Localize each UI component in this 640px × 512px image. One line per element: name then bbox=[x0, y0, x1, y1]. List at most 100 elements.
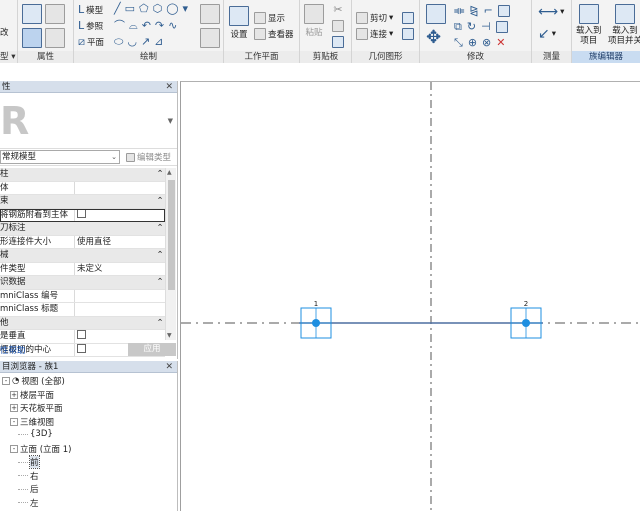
property-value[interactable] bbox=[75, 290, 165, 303]
connector-point[interactable] bbox=[312, 319, 320, 327]
collapse-icon[interactable]: ⌃ bbox=[153, 276, 165, 289]
property-value[interactable] bbox=[75, 330, 165, 343]
property-category[interactable]: 刀标注 ⌃ bbox=[0, 222, 165, 236]
close-icon[interactable]: ✕ bbox=[165, 361, 173, 373]
polygon-icon: ⬠ bbox=[139, 2, 149, 15]
apply-button[interactable]: 应用 bbox=[128, 343, 176, 356]
property-category[interactable]: 束 ⌃ bbox=[0, 195, 165, 209]
family-types-button[interactable] bbox=[45, 28, 65, 48]
expand-icon[interactable]: + bbox=[10, 390, 18, 399]
property-checkbox[interactable] bbox=[77, 208, 86, 218]
type-properties-button[interactable] bbox=[45, 4, 65, 24]
close-icon[interactable]: ✕ bbox=[165, 81, 173, 93]
family-category-button[interactable] bbox=[22, 28, 42, 48]
browser-node[interactable]: 前 bbox=[18, 455, 40, 469]
connector-number: 1 bbox=[314, 300, 318, 308]
browser-node[interactable]: 右 bbox=[18, 470, 39, 482]
draw-panel-title: 绘制 bbox=[74, 51, 223, 63]
property-row[interactable]: 件类型 未定义 bbox=[0, 262, 165, 276]
align-button[interactable] bbox=[426, 4, 446, 24]
browser-node[interactable]: - ◔ 视图 (全部) bbox=[2, 375, 65, 387]
browser-node[interactable]: + 楼层平面 bbox=[10, 389, 54, 401]
property-value[interactable] bbox=[75, 182, 165, 195]
property-category[interactable]: 械 ⌃ bbox=[0, 249, 165, 263]
browser-node[interactable]: {3D} bbox=[18, 429, 53, 439]
cut-geometry-icon bbox=[356, 12, 368, 24]
property-value[interactable]: 使用直径 bbox=[75, 236, 165, 249]
draw-shapes-row-1[interactable]: ╱ ▭ ⬠ ⬡ ◯ ▾ bbox=[114, 3, 188, 15]
property-value[interactable]: 未定义 bbox=[75, 263, 165, 276]
work-plane-panel-title: 工作平面 bbox=[224, 51, 299, 63]
properties-help-link[interactable]: 性帮助 bbox=[0, 344, 26, 356]
collapse-icon[interactable]: - bbox=[10, 444, 18, 453]
property-row[interactable]: 体 bbox=[0, 181, 165, 195]
collapse-icon[interactable]: ⌃ bbox=[153, 249, 165, 262]
collapse-icon[interactable]: - bbox=[2, 377, 10, 385]
dropdown-icon: ▾ bbox=[560, 7, 565, 17]
collapse-icon[interactable]: ⌃ bbox=[153, 317, 165, 330]
properties-grid: 柱 ⌃ 体束 ⌃ 将钢筋附着到主体 刀标注 ⌃ 形连接件大小 使用直径械 ⌃ 件类型 未定义 识数据 ⌃ m… bbox=[0, 168, 165, 357]
model-group-button[interactable] bbox=[200, 28, 220, 48]
geometry-small-buttons[interactable] bbox=[402, 12, 414, 40]
paste-button[interactable]: 粘贴 bbox=[304, 4, 324, 38]
component-button[interactable] bbox=[200, 4, 220, 24]
property-category[interactable]: 他 ⌃ bbox=[0, 316, 165, 330]
collapse-icon[interactable]: ⌃ bbox=[153, 222, 165, 235]
connector-marker[interactable]: 1 bbox=[300, 300, 332, 339]
drawing-canvas[interactable]: 12 bbox=[180, 81, 640, 512]
move-button[interactable]: ✥ bbox=[426, 28, 441, 48]
type-selector-dropdown[interactable]: 常规模型 ⌄ bbox=[0, 150, 120, 164]
reference-plane-button[interactable]: ⧄ 平面 bbox=[78, 36, 104, 49]
reference-line-button[interactable]: ᒪ 参照 bbox=[78, 20, 103, 33]
measure-button[interactable]: ⟷ ▾ bbox=[538, 5, 565, 19]
edit-type-icon bbox=[126, 152, 135, 162]
work-plane-viewer-button[interactable]: 查看器 bbox=[254, 28, 294, 40]
properties-button[interactable] bbox=[22, 4, 42, 24]
browser-node[interactable]: 后 bbox=[18, 483, 39, 495]
modify-row-3[interactable]: ⤡ ⊕ ⊗ ✕ bbox=[454, 37, 505, 49]
edit-type-button[interactable]: 编辑类型 bbox=[126, 151, 171, 163]
property-checkbox[interactable] bbox=[77, 330, 86, 339]
browser-node[interactable]: - 三维视图 bbox=[10, 416, 54, 428]
collapse-icon[interactable]: ⌃ bbox=[153, 195, 165, 208]
elevation-view[interactable]: 12 bbox=[181, 82, 640, 512]
scroll-down-icon[interactable]: ▼ bbox=[167, 332, 172, 339]
load-into-project-button[interactable]: 载入到 项目 bbox=[576, 4, 602, 46]
connector-marker[interactable]: 2 bbox=[510, 300, 542, 339]
draw-shapes-row-2[interactable]: ⌒ ⌓ ↶ ↷ ∿ bbox=[114, 20, 177, 32]
family-editor-panel: 载入到 项目 载入到 项目并关 族编辑器 bbox=[572, 0, 640, 63]
property-row[interactable]: 形连接件大小 使用直径 bbox=[0, 235, 165, 249]
property-value[interactable] bbox=[75, 208, 165, 222]
collapse-icon[interactable]: - bbox=[10, 417, 18, 426]
property-row[interactable]: mniClass 标题 bbox=[0, 303, 165, 317]
draw-shapes-row-3[interactable]: ⬭ ◡ ↗ ⊿ bbox=[114, 36, 163, 48]
unpin-icon: ⊗ bbox=[482, 36, 492, 49]
property-category[interactable]: 识数据 ⌃ bbox=[0, 276, 165, 290]
cut-geometry-button[interactable]: 剪切 ▾ bbox=[356, 12, 393, 24]
browser-node[interactable]: - 立面 (立面 1) bbox=[10, 443, 71, 455]
dimension-button[interactable]: ↙ ▾ bbox=[538, 27, 556, 41]
scroll-up-icon[interactable]: ▲ bbox=[167, 169, 172, 176]
property-row[interactable]: 将钢筋附着到主体 bbox=[0, 208, 165, 222]
clipboard-panel-title: 剪贴板 bbox=[300, 51, 351, 63]
set-work-plane-button[interactable]: 设置 bbox=[229, 6, 249, 40]
show-work-plane-button[interactable]: 显示 bbox=[254, 12, 285, 24]
load-into-project-close-button[interactable]: 载入到 项目并关 bbox=[608, 4, 640, 46]
browser-node[interactable]: + 天花板平面 bbox=[10, 402, 63, 414]
model-line-button[interactable]: ᒪ 模型 bbox=[78, 4, 103, 17]
chevron-down-icon[interactable]: ▼ bbox=[168, 117, 173, 125]
clipboard-small-buttons[interactable]: ✂ bbox=[332, 4, 344, 48]
modify-button[interactable]: 改 bbox=[0, 26, 9, 38]
modify-row-1[interactable]: ⟚ ⧎ ⌐ bbox=[454, 5, 510, 17]
scrollbar-thumb[interactable] bbox=[168, 180, 175, 290]
property-value[interactable] bbox=[75, 303, 165, 316]
expand-icon[interactable]: + bbox=[10, 404, 18, 412]
modify-row-2[interactable]: ⧉ ↻ ⊣ bbox=[454, 21, 508, 33]
browser-node[interactable]: 左 bbox=[18, 497, 39, 509]
connector-point[interactable] bbox=[522, 319, 530, 327]
property-row[interactable]: mniClass 编号 bbox=[0, 289, 165, 303]
properties-scrollbar[interactable]: ▲ ▼ bbox=[165, 168, 176, 340]
collapse-icon[interactable]: ⌃ bbox=[153, 168, 165, 181]
property-category[interactable]: 柱 ⌃ bbox=[0, 168, 165, 182]
join-geometry-button[interactable]: 连接 ▾ bbox=[356, 28, 393, 40]
